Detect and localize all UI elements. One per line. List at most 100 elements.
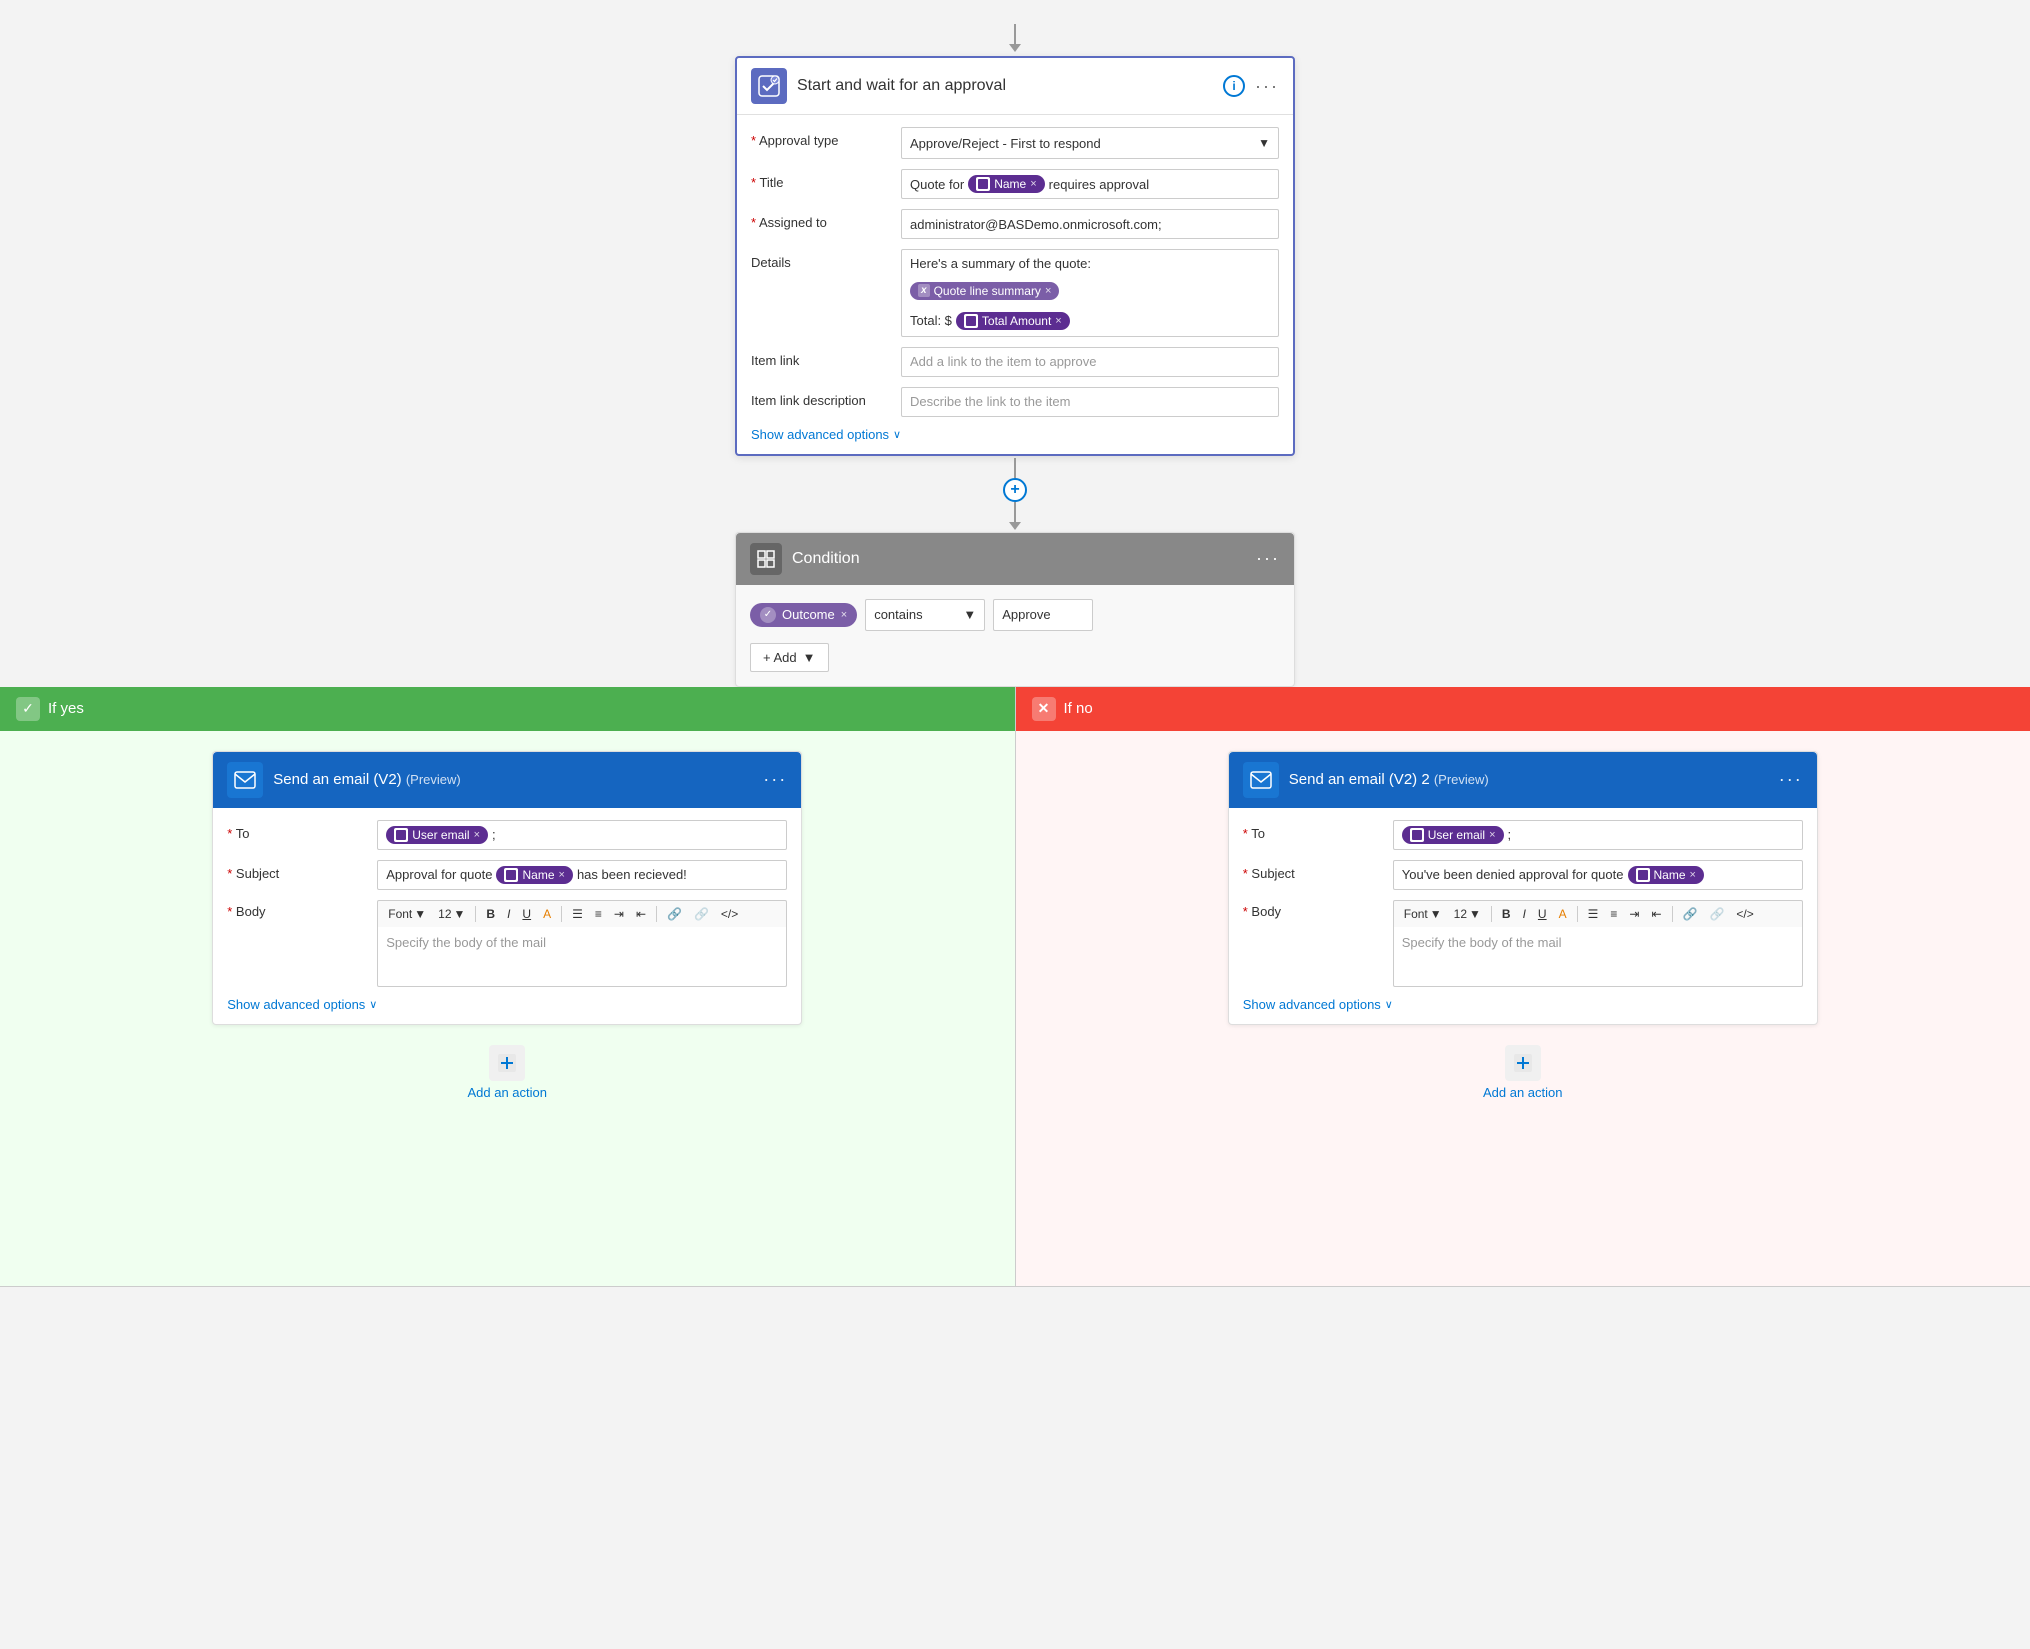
- ol-button[interactable]: ≡: [591, 905, 606, 923]
- total-token-close[interactable]: ×: [1055, 315, 1061, 327]
- info-button[interactable]: i: [1223, 75, 1245, 97]
- details-label: Details: [751, 249, 891, 270]
- condition-add-button[interactable]: + Add ▼: [750, 643, 829, 672]
- title-token-close[interactable]: ×: [1030, 178, 1036, 190]
- no-size-select[interactable]: 12 ▼: [1450, 905, 1485, 923]
- no-add-action[interactable]: Add an action: [1483, 1045, 1563, 1100]
- yes-add-action-icon: [489, 1045, 525, 1081]
- approval-menu-button[interactable]: ···: [1255, 76, 1279, 97]
- approval-icon: [751, 68, 787, 104]
- no-show-advanced[interactable]: Show advanced options ∨: [1243, 997, 1803, 1012]
- indent-button[interactable]: ⇥: [610, 905, 628, 923]
- details-token-close[interactable]: ×: [1045, 285, 1051, 297]
- email-no-menu[interactable]: ···: [1779, 769, 1803, 790]
- outdent-button[interactable]: ⇤: [632, 905, 650, 923]
- yes-subject-input[interactable]: Approval for quote Name × has been recie…: [377, 860, 787, 890]
- item-link-desc-input[interactable]: Describe the link to the item: [901, 387, 1279, 417]
- condition-token: ✓ Outcome ×: [750, 603, 857, 627]
- email-no-body: To User email × ;: [1229, 808, 1817, 1024]
- details-total-token: Total Amount ×: [956, 312, 1070, 330]
- no-link-button[interactable]: 🔗: [1679, 905, 1702, 923]
- details-input[interactable]: Here's a summary of the quote: x Quote l…: [901, 249, 1279, 337]
- assigned-to-input[interactable]: administrator@BASDemo.onmicrosoft.com;: [901, 209, 1279, 239]
- email-yes-title: Send an email (V2) (Preview): [273, 771, 753, 788]
- title-name-token: Name ×: [968, 175, 1044, 193]
- item-link-input[interactable]: Add a link to the item to approve: [901, 347, 1279, 377]
- no-highlight-button[interactable]: A: [1555, 905, 1571, 923]
- assigned-to-label: Assigned to: [751, 209, 891, 230]
- yes-subject-token-close[interactable]: ×: [559, 869, 565, 881]
- no-advanced-chevron: ∨: [1385, 998, 1393, 1011]
- condition-operator-select[interactable]: contains ▼: [865, 599, 985, 631]
- approval-type-dropdown[interactable]: Approve/Reject - First to respond ▼: [901, 127, 1279, 159]
- branch-no-label: If no: [1064, 700, 1093, 717]
- branch-no-content: Send an email (V2) 2 (Preview) ··· To: [1016, 731, 2030, 1120]
- yes-subject-label: Subject: [227, 860, 367, 881]
- no-body-container: Font ▼ 12 ▼ B I: [1393, 900, 1803, 987]
- no-subject-row: Subject You've been denied approval for …: [1243, 860, 1803, 890]
- no-italic-button[interactable]: I: [1519, 905, 1530, 923]
- to-token-icon: [394, 828, 408, 842]
- no-unlink-button[interactable]: 🔗: [1705, 905, 1728, 923]
- ul-button[interactable]: ☰: [568, 905, 587, 923]
- top-connector: [1009, 24, 1021, 52]
- no-to-token-icon: [1410, 828, 1424, 842]
- yes-to-token-close[interactable]: ×: [474, 829, 480, 841]
- no-code-button[interactable]: </>: [1732, 905, 1757, 923]
- toolbar-sep-1: [475, 906, 476, 922]
- size-arrow: ▼: [454, 907, 466, 921]
- condition-row: ✓ Outcome × contains ▼ Approve: [750, 599, 1280, 631]
- bold-button[interactable]: B: [482, 905, 499, 923]
- underline-button[interactable]: U: [518, 905, 535, 923]
- branch-container: ✓ If yes Send an email (V2): [0, 687, 2030, 1287]
- no-to-token-close[interactable]: ×: [1489, 829, 1495, 841]
- yes-show-advanced[interactable]: Show advanced options ∨: [227, 997, 787, 1012]
- outcome-token-close[interactable]: ×: [841, 609, 847, 621]
- yes-font-select[interactable]: Font ▼: [384, 905, 430, 923]
- item-link-label: Item link: [751, 347, 891, 368]
- condition-menu-button[interactable]: ···: [1256, 548, 1280, 569]
- no-subject-token-close[interactable]: ×: [1690, 869, 1696, 881]
- no-size-arrow: ▼: [1469, 907, 1481, 921]
- details-quote-token: x Quote line summary ×: [910, 282, 1059, 300]
- yes-add-action[interactable]: Add an action: [467, 1045, 547, 1100]
- email-no-card: Send an email (V2) 2 (Preview) ··· To: [1228, 751, 1818, 1025]
- no-outdent-button[interactable]: ⇤: [1647, 905, 1665, 923]
- no-underline-button[interactable]: U: [1534, 905, 1551, 923]
- yes-size-select[interactable]: 12 ▼: [434, 905, 469, 923]
- no-font-select[interactable]: Font ▼: [1400, 905, 1446, 923]
- no-x-icon: ✕: [1032, 697, 1056, 721]
- italic-button[interactable]: I: [503, 905, 514, 923]
- approval-title: Start and wait for an approval: [797, 77, 1213, 95]
- approval-show-advanced[interactable]: Show advanced options ∨: [751, 427, 1279, 442]
- details-text-line: Here's a summary of the quote:: [910, 256, 1091, 271]
- yes-body-toolbar: Font ▼ 12 ▼ B I: [377, 900, 787, 927]
- condition-body: ✓ Outcome × contains ▼ Approve + Add ▼: [736, 585, 1294, 686]
- no-to-token: User email ×: [1402, 826, 1504, 844]
- no-subject-input[interactable]: You've been denied approval for quote Na…: [1393, 860, 1803, 890]
- code-button[interactable]: </>: [717, 905, 742, 923]
- no-toolbar-sep-1: [1491, 906, 1492, 922]
- title-input[interactable]: Quote for Name × requires approval: [901, 169, 1279, 199]
- yes-to-input[interactable]: User email × ;: [377, 820, 787, 850]
- email-no-title: Send an email (V2) 2 (Preview): [1289, 771, 1769, 788]
- font-arrow: ▼: [414, 907, 426, 921]
- link-button[interactable]: 🔗: [663, 905, 686, 923]
- add-step-button-1[interactable]: +: [1003, 478, 1027, 502]
- approval-type-value: Approve/Reject - First to respond: [910, 136, 1101, 151]
- condition-value-input[interactable]: Approve: [993, 599, 1093, 631]
- email-yes-menu[interactable]: ···: [763, 769, 787, 790]
- no-ol-button[interactable]: ≡: [1606, 905, 1621, 923]
- no-body-label: Body: [1243, 900, 1383, 919]
- no-bold-button[interactable]: B: [1498, 905, 1515, 923]
- assigned-to-value: administrator@BASDemo.onmicrosoft.com;: [910, 217, 1162, 232]
- no-ul-button[interactable]: ☰: [1584, 905, 1603, 923]
- no-indent-button[interactable]: ⇥: [1625, 905, 1643, 923]
- branch-no-header: ✕ If no: [1016, 687, 2030, 731]
- highlight-button[interactable]: A: [539, 905, 555, 923]
- yes-body-input[interactable]: Specify the body of the mail: [377, 927, 787, 987]
- unlink-button[interactable]: 🔗: [690, 905, 713, 923]
- no-body-input[interactable]: Specify the body of the mail: [1393, 927, 1803, 987]
- no-add-action-label: Add an action: [1483, 1085, 1563, 1100]
- no-to-input[interactable]: User email × ;: [1393, 820, 1803, 850]
